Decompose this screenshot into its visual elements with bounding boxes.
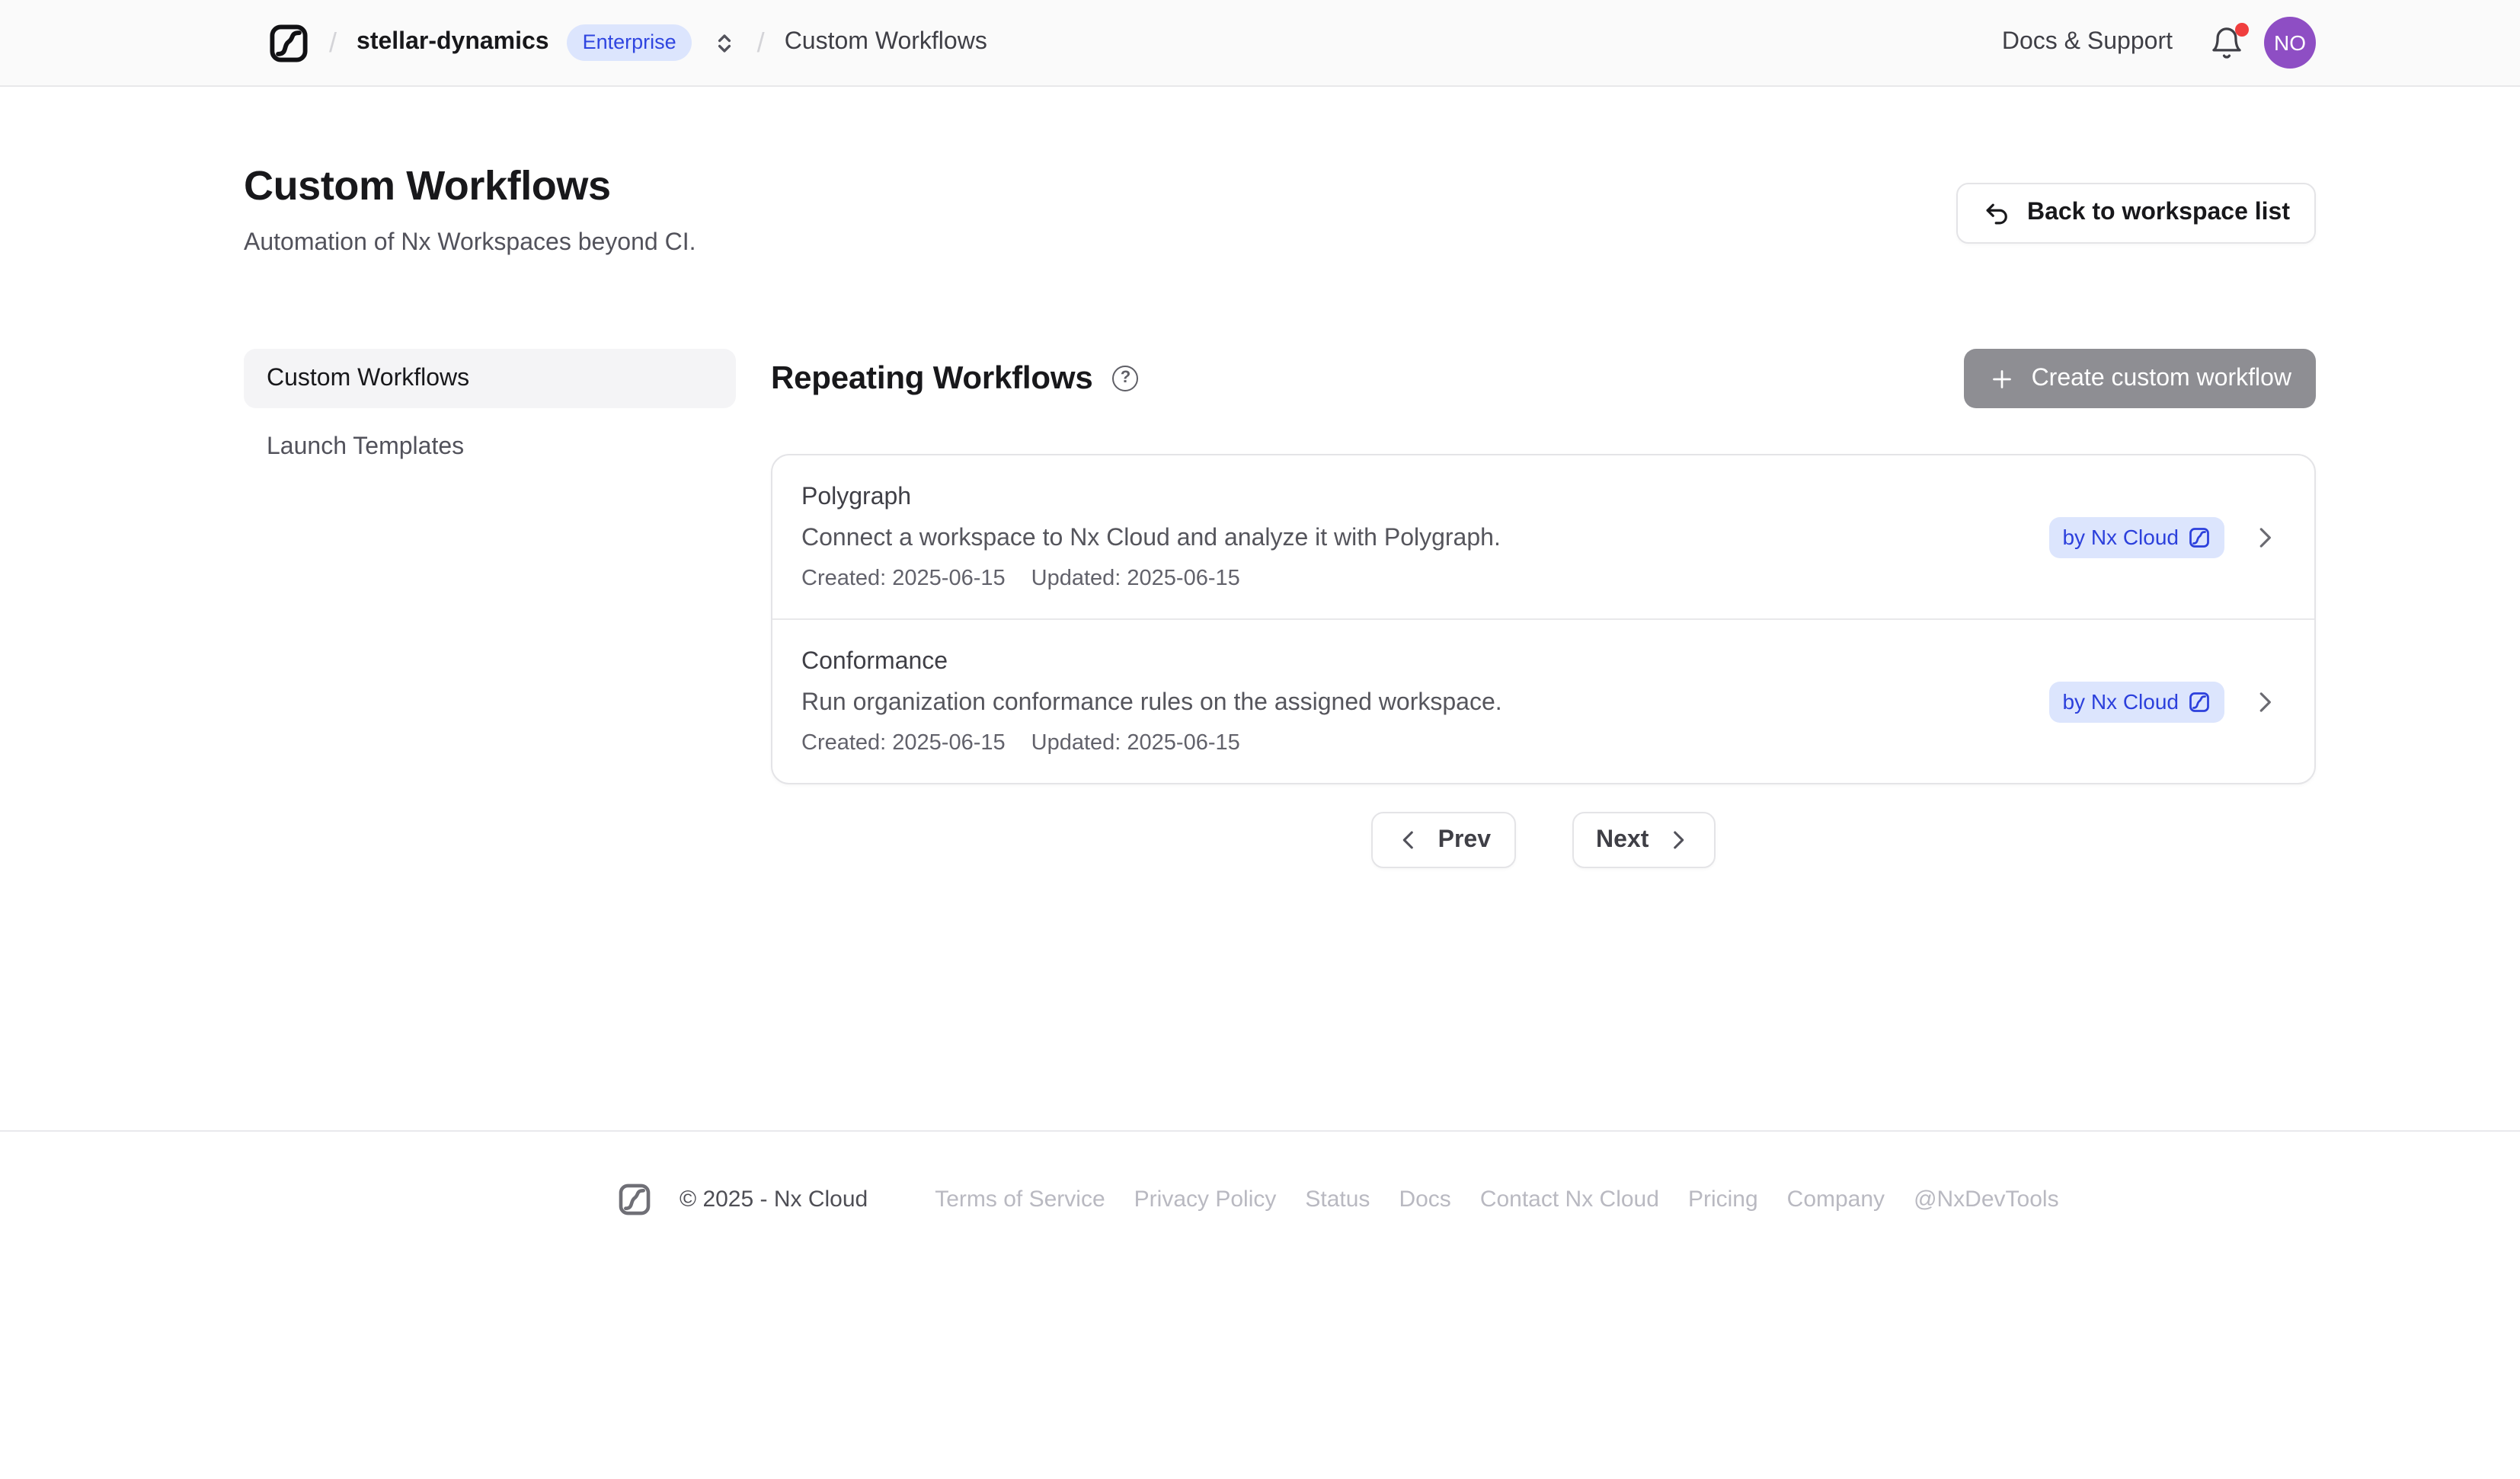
chevron-right-icon: [1665, 827, 1691, 853]
badge-label: by Nx Cloud: [2062, 525, 2179, 549]
prev-label: Prev: [1438, 826, 1491, 854]
chevron-right-icon[interactable]: [2250, 522, 2279, 551]
header-actions: Docs & Support NO: [2002, 17, 2316, 69]
footer-links: Terms of Service Privacy Policy Status D…: [935, 1187, 2058, 1212]
nx-cloud-mini-logo-icon: [2188, 690, 2211, 713]
avatar[interactable]: NO: [2264, 17, 2316, 69]
chevron-right-icon[interactable]: [2250, 687, 2279, 716]
notification-dot: [2235, 22, 2249, 36]
footer-link-contact[interactable]: Contact Nx Cloud: [1480, 1187, 1659, 1212]
chevron-left-icon: [1396, 827, 1421, 853]
nx-cloud-footer-logo-icon: [617, 1182, 652, 1217]
page-title: Custom Workflows: [244, 163, 696, 210]
sidebar-item-launch-templates[interactable]: Launch Templates: [244, 417, 736, 477]
by-nx-cloud-badge: by Nx Cloud: [2048, 681, 2224, 722]
page-header: Custom Workflows Automation of Nx Worksp…: [244, 163, 2316, 257]
footer-link-docs[interactable]: Docs: [1399, 1187, 1450, 1212]
workflow-created: Created: 2025-06-15: [801, 731, 1006, 755]
workflow-name: Polygraph: [801, 484, 2055, 512]
back-button-label: Back to workspace list: [2027, 200, 2290, 227]
workflows-section: Repeating Workflows ? Create custom work…: [771, 349, 2316, 868]
page-subtitle: Automation of Nx Workspaces beyond CI.: [244, 230, 696, 257]
nx-cloud-logo-icon: [268, 22, 309, 63]
docs-support-link[interactable]: Docs & Support: [2002, 29, 2173, 56]
workflows-section-header: Repeating Workflows ? Create custom work…: [771, 349, 2316, 408]
next-label: Next: [1596, 826, 1649, 854]
copyright-text: © 2025 - Nx Cloud: [680, 1187, 868, 1212]
top-navbar: / stellar-dynamics Enterprise / Custom W…: [0, 0, 2520, 87]
help-icon[interactable]: ?: [1113, 366, 1139, 391]
notifications-button[interactable]: [2209, 25, 2244, 60]
footer-link-privacy[interactable]: Privacy Policy: [1134, 1187, 1277, 1212]
back-to-workspace-list-button[interactable]: Back to workspace list: [1957, 183, 2316, 244]
next-page-button[interactable]: Next: [1572, 812, 1716, 868]
workflow-updated: Updated: 2025-06-15: [1031, 567, 1240, 591]
sidebar: Custom Workflows Launch Templates: [244, 349, 736, 868]
footer-link-nxdevtools[interactable]: @NxDevTools: [1914, 1187, 2059, 1212]
breadcrumb-current-page: Custom Workflows: [785, 29, 987, 56]
create-button-label: Create custom workflow: [2032, 365, 2291, 392]
footer-link-status[interactable]: Status: [1305, 1187, 1370, 1212]
plus-icon: [1989, 365, 2016, 392]
footer-row: © 2025 - Nx Cloud Terms of Service Priva…: [0, 1182, 2520, 1217]
workflow-row-conformance[interactable]: Conformance Run organization conformance…: [772, 618, 2314, 783]
plan-badge: Enterprise: [568, 24, 692, 62]
content-area: Custom Workflows Launch Templates Repeat…: [244, 349, 2316, 868]
workflow-row-polygraph[interactable]: Polygraph Connect a workspace to Nx Clou…: [772, 455, 2314, 618]
workflow-meta: Created: 2025-06-15 Updated: 2025-06-15: [801, 567, 2055, 591]
create-custom-workflow-button[interactable]: Create custom workflow: [1965, 349, 2316, 408]
workflow-meta: Created: 2025-06-15 Updated: 2025-06-15: [801, 731, 2055, 755]
workflow-updated: Updated: 2025-06-15: [1031, 731, 1240, 755]
breadcrumb-separator: /: [329, 27, 337, 59]
section-heading: Repeating Workflows: [771, 360, 1093, 397]
by-nx-cloud-badge: by Nx Cloud: [2048, 516, 2224, 557]
workflow-description: Connect a workspace to Nx Cloud and anal…: [801, 525, 2055, 553]
app-screen: / stellar-dynamics Enterprise / Custom W…: [0, 0, 2520, 1479]
workflow-created: Created: 2025-06-15: [801, 567, 1006, 591]
workflow-description: Run organization conformance rules on th…: [801, 690, 2055, 717]
footer: © 2025 - Nx Cloud Terms of Service Priva…: [0, 1130, 2520, 1479]
breadcrumb-workspace[interactable]: stellar-dynamics: [357, 29, 549, 56]
workflow-name: Conformance: [801, 649, 2055, 676]
nx-cloud-logo[interactable]: [268, 22, 309, 63]
workspace-switcher-button[interactable]: [712, 30, 737, 56]
prev-page-button[interactable]: Prev: [1371, 812, 1515, 868]
footer-link-pricing[interactable]: Pricing: [1688, 1187, 1758, 1212]
pagination: Prev Next: [771, 812, 2316, 868]
return-arrow-icon: [1983, 199, 2012, 228]
workflow-row-right: by Nx Cloud: [2048, 681, 2279, 722]
breadcrumb-separator: /: [757, 27, 765, 59]
badge-label: by Nx Cloud: [2062, 689, 2179, 714]
nx-cloud-mini-logo-icon: [2188, 525, 2211, 548]
workflows-list-card: Polygraph Connect a workspace to Nx Clou…: [771, 454, 2316, 784]
footer-link-terms[interactable]: Terms of Service: [935, 1187, 1105, 1212]
workflow-row-right: by Nx Cloud: [2048, 516, 2279, 557]
sidebar-item-custom-workflows[interactable]: Custom Workflows: [244, 349, 736, 408]
section-heading-wrap: Repeating Workflows ?: [771, 360, 1139, 397]
chevron-up-down-icon: [712, 30, 737, 56]
page-header-text: Custom Workflows Automation of Nx Worksp…: [244, 163, 696, 257]
footer-link-company[interactable]: Company: [1787, 1187, 1885, 1212]
